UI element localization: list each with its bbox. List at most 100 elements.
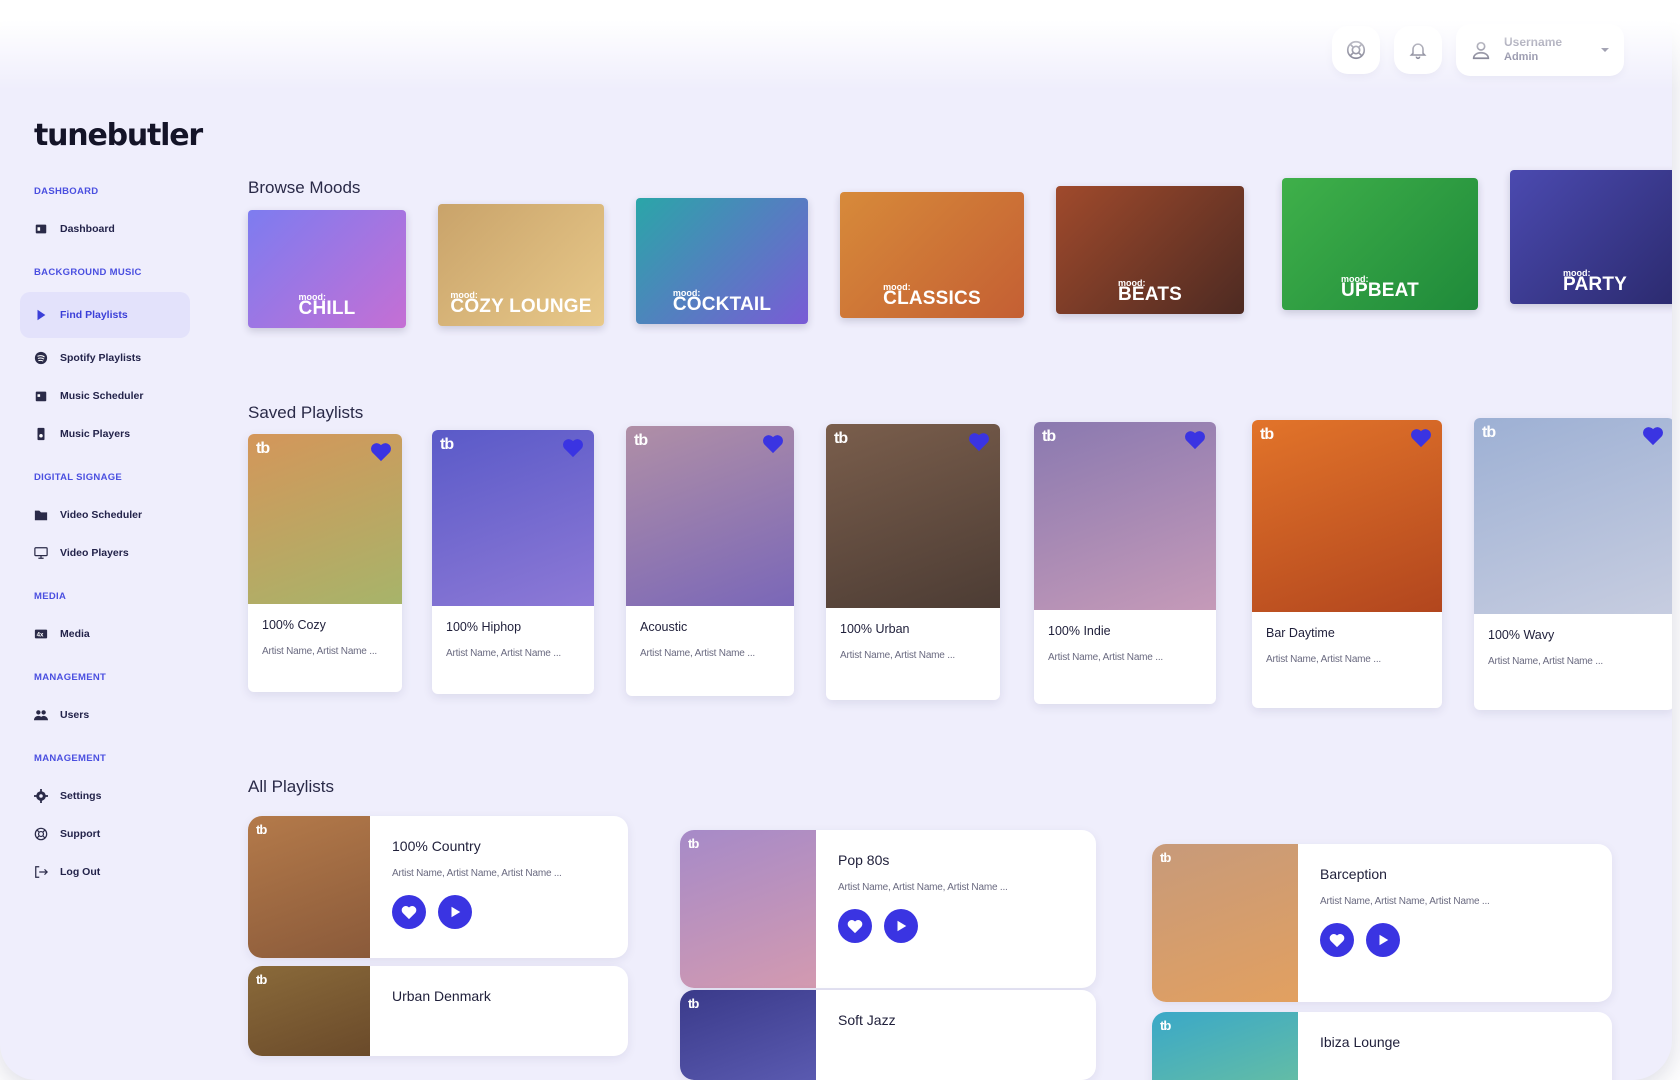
lifebuoy-icon bbox=[1346, 40, 1366, 60]
all-playlist-card[interactable]: tb Urban Denmark bbox=[248, 966, 628, 1056]
sidebar-item-support[interactable]: Support bbox=[20, 816, 190, 852]
saved-playlist-card[interactable]: tb Acoustic Artist Name, Artist Name ... bbox=[626, 426, 794, 696]
favorite-button[interactable] bbox=[838, 909, 872, 943]
support-icon bbox=[34, 827, 48, 841]
saved-playlist-card[interactable]: tb 100% Hiphop Artist Name, Artist Name ..… bbox=[432, 430, 594, 694]
heart-icon[interactable] bbox=[1642, 426, 1664, 451]
sidebar-item-media[interactable]: 4x Media bbox=[20, 616, 190, 652]
sidebar-item-music-scheduler[interactable]: Music Scheduler bbox=[20, 378, 190, 414]
sidebar-item-label: Music Scheduler bbox=[60, 390, 144, 402]
playlist-actions bbox=[838, 909, 1008, 943]
sidebar-item-video-players[interactable]: Video Players bbox=[20, 535, 190, 571]
mood-name: CHILL bbox=[298, 298, 356, 319]
mood-card[interactable]: mood: COCKTAIL bbox=[636, 198, 808, 324]
mood-name: COZY LOUNGE bbox=[450, 296, 592, 317]
mood-label: mood: UPBEAT bbox=[1341, 274, 1419, 302]
mood-card[interactable]: mood: CHILL bbox=[248, 210, 406, 328]
nav-section-title: MANAGEMENT bbox=[34, 672, 107, 683]
user-role: Admin bbox=[1504, 51, 1539, 63]
notifications-button[interactable] bbox=[1394, 26, 1442, 74]
mood-card[interactable]: mood: CLASSICS bbox=[840, 192, 1024, 318]
saved-playlists-title: Saved Playlists bbox=[248, 403, 364, 422]
mood-card[interactable]: mood: UPBEAT bbox=[1282, 178, 1478, 310]
all-playlist-card[interactable]: tb Soft Jazz bbox=[680, 990, 1096, 1080]
sidebar-item-label: Find Playlists bbox=[60, 309, 128, 321]
mood-card[interactable]: mood: PARTY bbox=[1510, 170, 1672, 304]
support-button[interactable] bbox=[1332, 26, 1380, 74]
sidebar-item-label: Users bbox=[60, 709, 90, 721]
play-icon bbox=[34, 308, 48, 322]
playlist-cover: tb bbox=[1474, 418, 1672, 614]
playlist-cover: tb bbox=[826, 424, 1000, 608]
mood-label: mood: COCKTAIL bbox=[673, 288, 771, 316]
heart-icon[interactable] bbox=[370, 442, 392, 467]
tb-badge: tb bbox=[440, 436, 454, 453]
sidebar-item-label: Log Out bbox=[60, 866, 101, 878]
tb-badge: tb bbox=[1160, 850, 1171, 865]
sidebar-item-settings[interactable]: Settings bbox=[20, 778, 190, 814]
playlist-body: Soft Jazz bbox=[816, 990, 896, 1080]
sidebar-item-video-scheduler[interactable]: Video Scheduler bbox=[20, 497, 190, 533]
favorite-button[interactable] bbox=[1320, 923, 1354, 957]
saved-playlist-card[interactable]: tb 100% Indie Artist Name, Artist Name ... bbox=[1034, 422, 1216, 704]
favorite-button[interactable] bbox=[392, 895, 426, 929]
sidebar-item-music-players[interactable]: Music Players bbox=[20, 416, 190, 452]
nav-section-title: DASHBOARD bbox=[34, 186, 99, 197]
tb-badge: tb bbox=[1160, 1018, 1171, 1033]
mood-card[interactable]: mood: BEATS bbox=[1056, 186, 1244, 314]
playlist-artists: Artist Name, Artist Name ... bbox=[446, 648, 561, 659]
heart-icon bbox=[1329, 933, 1345, 947]
heart-icon[interactable] bbox=[968, 432, 990, 457]
sidebar-item-label: Media bbox=[60, 628, 90, 640]
heart-icon[interactable] bbox=[1184, 430, 1206, 455]
nav-section-title: MANAGEMENT bbox=[34, 753, 107, 764]
heart-icon[interactable] bbox=[1410, 428, 1432, 453]
playlist-artists: Artist Name, Artist Name ... bbox=[1488, 656, 1603, 667]
sidebar-item-label: Dashboard bbox=[60, 223, 115, 235]
sidebar-item-label: Video Scheduler bbox=[60, 509, 143, 521]
sidebar-item-users[interactable]: Users bbox=[20, 697, 190, 733]
play-button[interactable] bbox=[1366, 923, 1400, 957]
all-playlist-card[interactable]: tb Pop 80s Artist Name, Artist Name, Artis… bbox=[680, 830, 1096, 988]
logo[interactable]: tunebutler bbox=[34, 118, 203, 153]
all-playlist-card[interactable]: tb 100% Country Artist Name, Artist Name, … bbox=[248, 816, 628, 958]
sidebar-item-find-playlists[interactable]: Find Playlists bbox=[20, 292, 190, 338]
mood-name: PARTY bbox=[1563, 274, 1627, 295]
playlist-artists: Artist Name, Artist Name, Artist Name ..… bbox=[838, 882, 1008, 893]
saved-playlist-card[interactable]: tb 100% Cozy Artist Name, Artist Name ... bbox=[248, 434, 402, 692]
saved-playlist-card[interactable]: tb 100% Urban Artist Name, Artist Name ... bbox=[826, 424, 1000, 700]
all-playlist-card[interactable]: tb Barception Artist Name, Artist Name, Ar… bbox=[1152, 844, 1612, 1002]
playlist-body: Barception Artist Name, Artist Name, Arti… bbox=[1298, 844, 1490, 1002]
play-button[interactable] bbox=[884, 909, 918, 943]
tb-badge: tb bbox=[1260, 426, 1274, 443]
mood-name: UPBEAT bbox=[1341, 280, 1419, 301]
saved-playlist-card[interactable]: tb Bar Daytime Artist Name, Artist Name ..… bbox=[1252, 420, 1442, 708]
heart-icon[interactable] bbox=[762, 434, 784, 459]
tb-badge: tb bbox=[256, 440, 270, 457]
sidebar-item-dashboard[interactable]: Dashboard bbox=[20, 211, 190, 247]
mood-card[interactable]: mood: COZY LOUNGE bbox=[438, 204, 604, 326]
playlist-body: Ibiza Lounge bbox=[1298, 1012, 1400, 1080]
browse-moods-title: Browse Moods bbox=[248, 178, 361, 197]
heart-icon[interactable] bbox=[562, 438, 584, 463]
mood-name: COCKTAIL bbox=[672, 294, 772, 315]
all-playlist-card[interactable]: tb Ibiza Lounge bbox=[1152, 1012, 1612, 1080]
user-menu[interactable]: Username Admin bbox=[1456, 24, 1624, 76]
tb-badge: tb bbox=[256, 972, 267, 987]
playlist-cover: tb bbox=[432, 430, 594, 606]
sidebar-item-spotify-playlists[interactable]: Spotify Playlists bbox=[20, 340, 190, 376]
play-button[interactable] bbox=[438, 895, 472, 929]
mood-label: mood: PARTY bbox=[1563, 268, 1627, 296]
mood-label: mood: CLASSICS bbox=[883, 282, 981, 310]
playlist-artists: Artist Name, Artist Name ... bbox=[640, 648, 755, 659]
saved-playlist-card[interactable]: tb 100% Wavy Artist Name, Artist Name ... bbox=[1474, 418, 1672, 710]
playlist-cover: tb bbox=[626, 426, 794, 606]
media-icon: 4x bbox=[34, 627, 48, 641]
sidebar-item-log-out[interactable]: Log Out bbox=[20, 854, 190, 890]
nav-section-title: MEDIA bbox=[34, 591, 67, 602]
heart-icon bbox=[401, 905, 417, 919]
mood-label: mood: COZY LOUNGE bbox=[450, 290, 591, 318]
playlist-name: Bar Daytime bbox=[1266, 626, 1335, 640]
playlist-cover: tb bbox=[248, 434, 402, 604]
chevron-down-icon bbox=[1601, 48, 1609, 52]
